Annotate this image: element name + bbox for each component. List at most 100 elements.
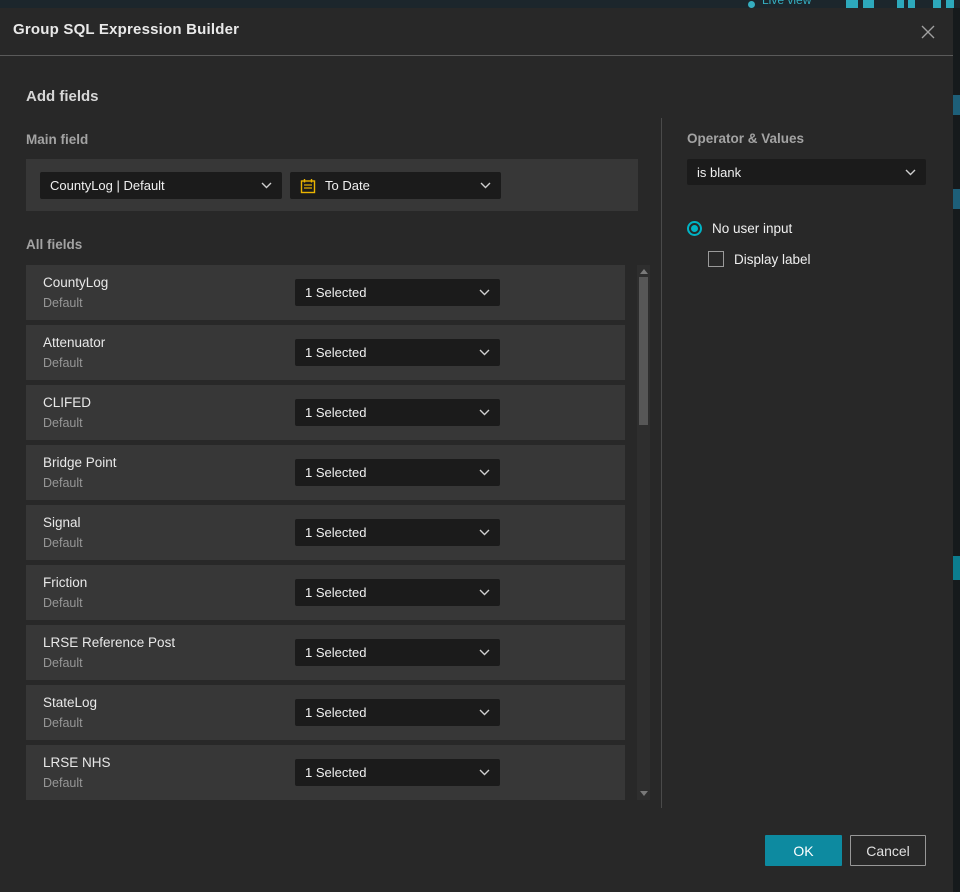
chevron-down-icon bbox=[905, 169, 916, 176]
toolbar-fragment bbox=[933, 0, 941, 8]
field-row: Attenuator Default 1 Selected bbox=[26, 325, 625, 380]
field-row: StateLog Default 1 Selected bbox=[26, 685, 625, 740]
field-selection-dropdown[interactable]: 1 Selected bbox=[295, 759, 500, 786]
field-name: Friction bbox=[43, 575, 88, 590]
field-selection-value: 1 Selected bbox=[305, 345, 367, 360]
chevron-down-icon bbox=[479, 649, 490, 656]
field-name: CLIFED bbox=[43, 395, 92, 410]
field-row: Bridge Point Default 1 Selected bbox=[26, 445, 625, 500]
chevron-down-icon bbox=[261, 182, 272, 189]
background-fragment bbox=[953, 95, 960, 115]
cancel-button[interactable]: Cancel bbox=[850, 835, 926, 866]
field-row: LRSE NHS Default 1 Selected bbox=[26, 745, 625, 800]
dialog-title: Group SQL Expression Builder bbox=[13, 21, 240, 38]
field-selection-value: 1 Selected bbox=[305, 765, 367, 780]
field-selection-value: 1 Selected bbox=[305, 465, 367, 480]
field-name: StateLog bbox=[43, 695, 98, 710]
dialog-titlebar: Group SQL Expression Builder bbox=[0, 8, 953, 56]
field-selection-dropdown[interactable]: 1 Selected bbox=[295, 639, 500, 666]
chevron-down-icon bbox=[480, 182, 491, 189]
field-sublabel: Default bbox=[43, 416, 83, 430]
checkbox-unchecked-icon bbox=[708, 251, 724, 267]
chevron-down-icon bbox=[479, 589, 490, 596]
field-selection-dropdown[interactable]: 1 Selected bbox=[295, 399, 500, 426]
operator-values-heading: Operator & Values bbox=[687, 131, 805, 146]
scrollbar-thumb[interactable] bbox=[639, 277, 648, 425]
operator-dropdown[interactable]: is blank bbox=[687, 159, 926, 185]
field-selection-dropdown[interactable]: 1 Selected bbox=[295, 579, 500, 606]
field-type-dropdown[interactable]: To Date bbox=[290, 172, 501, 199]
group-sql-expression-builder-dialog: Group SQL Expression Builder Add fields … bbox=[0, 8, 953, 892]
main-field-dropdown[interactable]: CountyLog | Default bbox=[40, 172, 282, 199]
field-sublabel: Default bbox=[43, 716, 83, 730]
close-button[interactable] bbox=[917, 21, 939, 43]
chevron-down-icon bbox=[479, 769, 490, 776]
field-selection-value: 1 Selected bbox=[305, 585, 367, 600]
chevron-down-icon bbox=[479, 289, 490, 296]
field-name: Attenuator bbox=[43, 335, 106, 350]
field-selection-dropdown[interactable]: 1 Selected bbox=[295, 459, 500, 486]
field-name: Signal bbox=[43, 515, 81, 530]
main-field-container: CountyLog | Default To Date bbox=[26, 159, 638, 211]
field-selection-value: 1 Selected bbox=[305, 645, 367, 660]
chevron-down-icon bbox=[479, 349, 490, 356]
panel-divider bbox=[661, 118, 662, 808]
display-label-label: Display label bbox=[734, 251, 811, 267]
field-selection-value: 1 Selected bbox=[305, 405, 367, 420]
close-icon bbox=[921, 25, 935, 39]
add-fields-heading: Add fields bbox=[26, 88, 99, 105]
field-selection-value: 1 Selected bbox=[305, 705, 367, 720]
field-selection-dropdown[interactable]: 1 Selected bbox=[295, 339, 500, 366]
field-name: LRSE NHS bbox=[43, 755, 111, 770]
field-selection-dropdown[interactable]: 1 Selected bbox=[295, 699, 500, 726]
field-sublabel: Default bbox=[43, 536, 83, 550]
field-sublabel: Default bbox=[43, 596, 83, 610]
field-sublabel: Default bbox=[43, 296, 83, 310]
radio-selected-icon bbox=[687, 221, 702, 236]
all-fields-list: CountyLog Default 1 Selected Attenuator … bbox=[26, 265, 625, 805]
operator-dropdown-value: is blank bbox=[697, 164, 742, 180]
field-name: LRSE Reference Post bbox=[43, 635, 176, 650]
field-sublabel: Default bbox=[43, 776, 83, 790]
toolbar-fragment bbox=[846, 0, 858, 8]
calendar-icon bbox=[300, 178, 316, 194]
field-selection-value: 1 Selected bbox=[305, 525, 367, 540]
field-selection-value: 1 Selected bbox=[305, 285, 367, 300]
field-row: LRSE Reference Post Default 1 Selected bbox=[26, 625, 625, 680]
chevron-down-icon bbox=[479, 469, 490, 476]
field-row: Signal Default 1 Selected bbox=[26, 505, 625, 560]
field-sublabel: Default bbox=[43, 656, 83, 670]
field-row: CountyLog Default 1 Selected bbox=[26, 265, 625, 320]
chevron-down-icon bbox=[479, 709, 490, 716]
field-row: Friction Default 1 Selected bbox=[26, 565, 625, 620]
toolbar-fragment bbox=[897, 0, 904, 8]
field-type-dropdown-value: To Date bbox=[325, 178, 370, 193]
list-scrollbar[interactable] bbox=[637, 265, 650, 800]
live-view-label: Live view bbox=[762, 0, 812, 7]
toolbar-fragment bbox=[863, 0, 874, 8]
ok-button[interactable]: OK bbox=[765, 835, 842, 866]
chevron-down-icon bbox=[479, 529, 490, 536]
scrollbar-up-arrow-icon[interactable] bbox=[640, 269, 648, 274]
field-selection-dropdown[interactable]: 1 Selected bbox=[295, 519, 500, 546]
chevron-down-icon bbox=[479, 409, 490, 416]
background-fragment bbox=[953, 556, 960, 580]
field-sublabel: Default bbox=[43, 356, 83, 370]
field-selection-dropdown[interactable]: 1 Selected bbox=[295, 279, 500, 306]
background-top-strip: Live view bbox=[0, 0, 960, 8]
field-sublabel: Default bbox=[43, 476, 83, 490]
scrollbar-down-arrow-icon[interactable] bbox=[640, 791, 648, 796]
no-user-input-label: No user input bbox=[712, 221, 793, 236]
main-field-label: Main field bbox=[26, 132, 89, 147]
main-field-dropdown-value: CountyLog | Default bbox=[50, 178, 165, 193]
toolbar-fragment bbox=[946, 0, 954, 8]
toolbar-fragment bbox=[908, 0, 915, 8]
all-fields-label: All fields bbox=[26, 237, 83, 252]
field-name: CountyLog bbox=[43, 275, 109, 290]
no-user-input-radio[interactable]: No user input bbox=[687, 221, 792, 236]
field-row: CLIFED Default 1 Selected bbox=[26, 385, 625, 440]
background-right-strip bbox=[953, 8, 960, 892]
background-fragment bbox=[953, 189, 960, 209]
live-view-dot-icon bbox=[748, 1, 755, 8]
display-label-checkbox[interactable]: Display label bbox=[708, 251, 811, 267]
